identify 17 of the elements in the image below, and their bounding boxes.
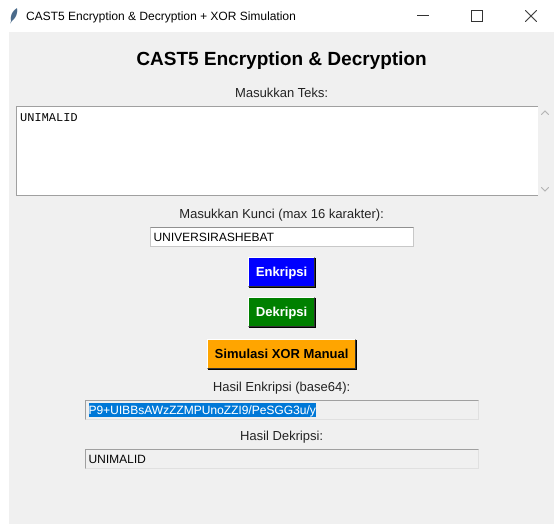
key-label: Masukkan Kunci (max 16 karakter):: [179, 206, 384, 221]
window-title: CAST5 Encryption & Decryption + XOR Simulation: [26, 9, 297, 23]
action-button[interactable]: Enkripsi: [248, 257, 316, 287]
feather-icon: [10, 8, 18, 24]
minimize-icon[interactable]: [417, 15, 429, 17]
output-label: Hasil Enkripsi (base64):: [212, 379, 350, 394]
app-heading: CAST5 Encryption & Decryption: [136, 49, 427, 71]
text-area[interactable]: UNIMALID: [16, 106, 538, 196]
key-field[interactable]: UNIVERSIRASHEBAT: [150, 227, 414, 247]
output-field[interactable]: UNIMALID: [84, 449, 478, 469]
output-field[interactable]: P9+UIBBsAWzZZMPUnoZZI9/PeSGG3u/y: [84, 400, 478, 420]
action-button[interactable]: Dekripsi: [248, 297, 316, 327]
maximize-icon[interactable]: [471, 10, 483, 22]
text-label: Masukkan Teks:: [235, 85, 328, 100]
close-icon[interactable]: [525, 10, 537, 22]
action-button[interactable]: Simulasi XOR Manual: [206, 339, 356, 369]
output-label: Hasil Dekripsi:: [240, 428, 324, 443]
